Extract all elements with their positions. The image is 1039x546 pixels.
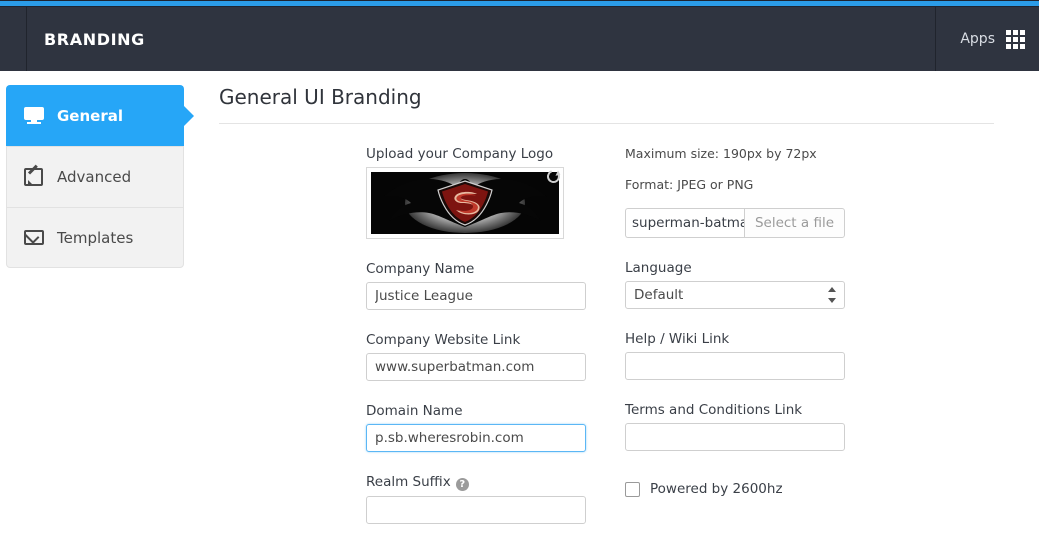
monitor-icon: [23, 107, 45, 125]
terms-input[interactable]: [625, 423, 845, 451]
page-title: General UI Branding: [219, 85, 422, 109]
sidebar-item-label: Templates: [57, 228, 134, 247]
domain-name-group: Domain Name: [366, 403, 591, 452]
question-mark-icon[interactable]: ?: [455, 478, 469, 491]
company-website-group: Company Website Link: [366, 332, 591, 381]
title-divider: [219, 123, 994, 124]
language-group: Language Default: [625, 260, 860, 309]
file-name-display[interactable]: superman-batman-j: [625, 208, 744, 238]
envelope-icon: [23, 228, 45, 247]
domain-name-label: Domain Name: [366, 403, 463, 419]
apps-button[interactable]: Apps: [960, 7, 1025, 71]
form-column-left: Upload your Company Logo Company Name Ju…: [366, 146, 591, 546]
sidebar-item-label: General: [57, 107, 123, 125]
select-file-button[interactable]: Select a file: [743, 208, 845, 238]
realm-suffix-input[interactable]: [366, 496, 586, 524]
sidebar-item-label: Advanced: [57, 168, 132, 186]
terms-label: Terms and Conditions Link: [625, 402, 803, 418]
form-column-right: Maximum size: 190px by 72px Format: JPEG…: [625, 146, 860, 497]
sidebar-item-general[interactable]: General: [6, 85, 194, 146]
header-divider-apps: [935, 7, 936, 71]
language-select[interactable]: Default: [625, 281, 845, 309]
file-upload-row: superman-batman-j Select a file: [625, 208, 845, 238]
apps-button-label: Apps: [960, 31, 995, 47]
sidebar-item-advanced[interactable]: Advanced: [6, 146, 184, 207]
company-website-input[interactable]: [366, 353, 586, 381]
company-website-label: Company Website Link: [366, 332, 521, 348]
edit-square-icon: [23, 164, 45, 186]
page-brand-title: BRANDING: [44, 29, 145, 49]
domain-name-input[interactable]: [366, 424, 586, 452]
grid-icon: [1006, 29, 1025, 49]
company-name-input[interactable]: [366, 282, 586, 310]
accent-strip: [0, 0, 1039, 7]
sidebar-nav: General Advanced Templates: [6, 85, 194, 268]
help-wiki-group: Help / Wiki Link: [625, 331, 860, 380]
logo-preview[interactable]: [366, 167, 564, 239]
powered-by-label: Powered by 2600hz: [650, 481, 783, 497]
terms-group: Terms and Conditions Link: [625, 402, 860, 451]
powered-by-row: Powered by 2600hz: [625, 481, 860, 497]
company-name-label: Company Name: [366, 261, 475, 277]
logo-upload-group: Upload your Company Logo: [366, 146, 591, 239]
powered-by-checkbox[interactable]: [625, 481, 640, 497]
realm-suffix-label: Realm Suffix?: [366, 474, 591, 491]
superman-shield-shape: [437, 180, 493, 226]
max-size-text: Maximum size: 190px by 72px: [625, 146, 817, 161]
format-text: Format: JPEG or PNG: [625, 177, 754, 192]
realm-suffix-label-text: Realm Suffix: [366, 474, 451, 490]
help-wiki-label: Help / Wiki Link: [625, 331, 730, 347]
help-wiki-input[interactable]: [625, 352, 845, 380]
company-name-group: Company Name: [366, 261, 591, 310]
header-divider-left: [26, 7, 27, 71]
language-label: Language: [625, 260, 692, 276]
sidebar-item-templates[interactable]: Templates: [6, 207, 184, 268]
logo-image: [371, 172, 559, 234]
logo-upload-label: Upload your Company Logo: [366, 146, 554, 162]
main-content: General UI Branding Upload your Company …: [219, 85, 1009, 524]
app-header: BRANDING Apps: [0, 7, 1039, 71]
language-select-wrap: Default: [625, 281, 845, 309]
realm-suffix-group: Realm Suffix?: [366, 474, 591, 524]
